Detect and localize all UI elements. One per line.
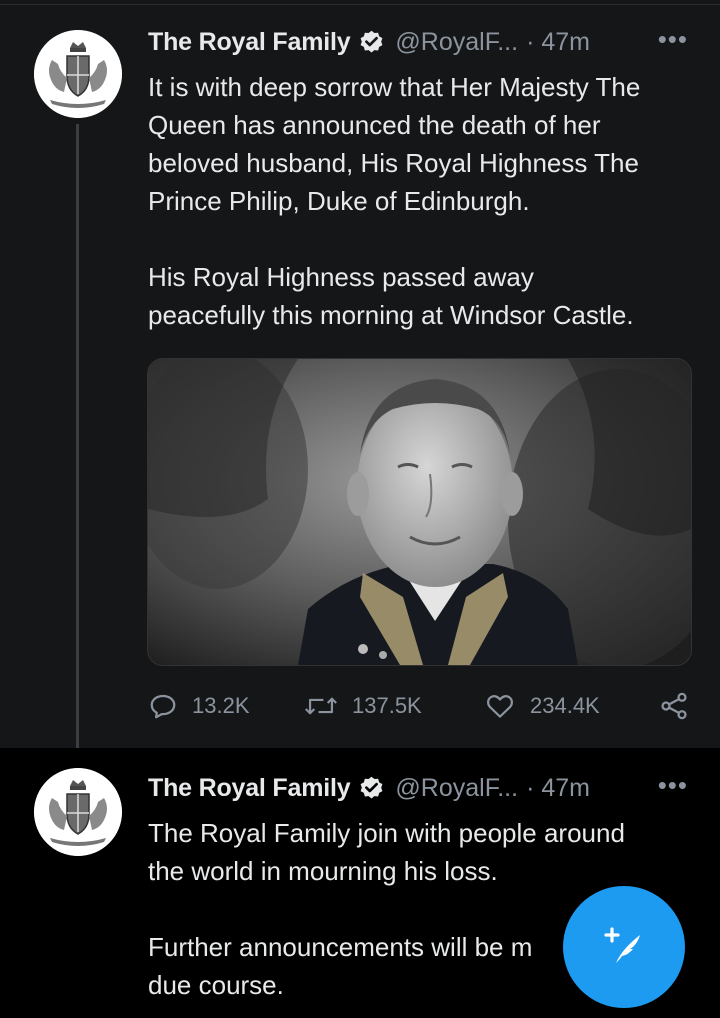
more-options-button[interactable]: •••	[658, 770, 688, 801]
author-handle[interactable]: @RoyalF...	[395, 28, 518, 57]
retweet-icon	[305, 697, 337, 715]
avatar[interactable]	[34, 768, 122, 856]
tweet-header: The Royal Family @RoyalF... · 47m	[148, 768, 590, 808]
heart-icon	[487, 695, 513, 718]
reply-count: 13.2K	[192, 693, 250, 718]
tweet-line: the world in mourning his loss.	[148, 856, 498, 886]
thread-line	[76, 124, 79, 764]
tweet-main[interactable]: The Royal Family @RoyalF... · 47m ••• It…	[0, 0, 720, 764]
reply-button[interactable]: 13.2K	[148, 686, 250, 726]
portrait-photo	[148, 359, 691, 665]
verified-badge-icon	[361, 776, 383, 799]
timestamp: · 47m	[526, 27, 590, 56]
avatar[interactable]	[34, 30, 122, 118]
author-handle[interactable]: @RoyalF...	[395, 774, 518, 803]
divider	[0, 4, 720, 5]
tweet-line: beloved husband, His Royal Highness The	[148, 148, 639, 178]
timestamp: · 47m	[526, 773, 590, 802]
tweet-line: Prince Philip, Duke of Edinburgh.	[148, 186, 530, 216]
retweet-count: 137.5K	[352, 693, 422, 718]
royal-crest-icon	[34, 768, 122, 856]
verified-badge-icon	[361, 30, 383, 53]
reply-icon	[150, 694, 176, 719]
like-count: 234.4K	[530, 693, 600, 718]
author-name[interactable]: The Royal Family	[148, 28, 351, 57]
tweet-line: Queen has announced the death of her	[148, 110, 601, 140]
author-name[interactable]: The Royal Family	[148, 774, 351, 803]
retweet-button[interactable]: 137.5K	[304, 686, 422, 726]
royal-crest-icon	[34, 30, 122, 118]
tweet-line: peacefully this morning at Windsor Castl…	[148, 300, 634, 330]
tweet-line	[148, 220, 708, 258]
compose-tweet-button[interactable]	[563, 886, 685, 1008]
tweet-actions: 13.2K 137.5K 234.4K	[148, 686, 700, 726]
tweet-text: It is with deep sorrow that Her Majesty …	[148, 68, 708, 334]
compose-icon	[604, 927, 640, 963]
more-options-button[interactable]: •••	[658, 24, 688, 55]
tweet-line: It is with deep sorrow that Her Majesty …	[148, 72, 641, 102]
like-button[interactable]: 234.4K	[484, 686, 600, 726]
tweet-line: The Royal Family join with people around	[148, 818, 625, 848]
tweet-photo[interactable]	[147, 358, 692, 666]
tweet-line: His Royal Highness passed away	[148, 262, 534, 292]
share-button[interactable]	[658, 686, 704, 726]
share-icon	[661, 692, 687, 720]
tweet-header: The Royal Family @RoyalF... · 47m	[148, 22, 590, 62]
